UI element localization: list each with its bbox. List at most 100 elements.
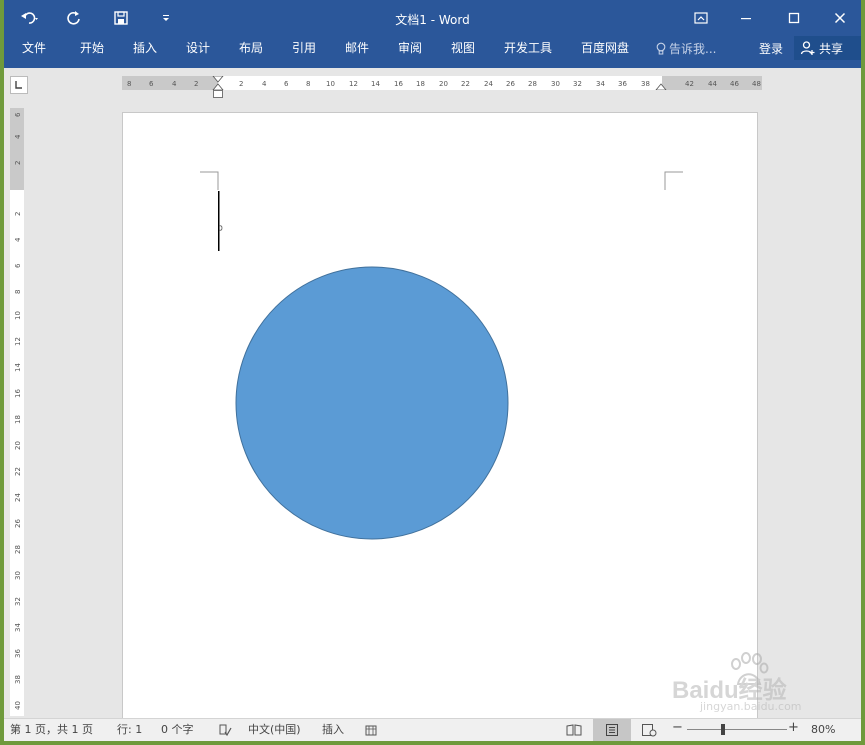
page-count-status[interactable]: 第 1 页，共 1 页 — [10, 723, 93, 737]
vruler-tick: 36 — [14, 649, 22, 658]
vertical-scrollbar[interactable] — [852, 68, 861, 718]
lightbulb-icon — [656, 42, 666, 54]
hruler-left-margin — [122, 76, 218, 90]
hruler-tick: 48 — [752, 80, 761, 88]
vruler-tick: 8 — [14, 290, 22, 294]
hruler-tick: 46 — [730, 80, 739, 88]
hruler-tick: 18 — [416, 80, 425, 88]
maximize-button[interactable] — [776, 6, 812, 30]
word-window: 文档1 - Word 文件 开始 插入 设计 布局 引用 邮件 审阅 视图 开发… — [4, 0, 861, 741]
web-layout-icon[interactable] — [641, 723, 657, 737]
print-layout-view-button[interactable] — [593, 719, 631, 741]
hruler-tick: 22 — [461, 80, 470, 88]
tab-home[interactable]: 开始 — [78, 40, 106, 56]
hruler-tick: 44 — [708, 80, 717, 88]
watermark-url: jingyan.baidu.com — [700, 700, 802, 713]
share-person-icon — [800, 41, 815, 55]
tab-baidu-netdisk[interactable]: 百度网盘 — [579, 40, 631, 56]
hruler-tick: 20 — [439, 80, 448, 88]
vruler-tick: 32 — [14, 597, 22, 606]
share-button[interactable]: 共享 — [794, 36, 861, 60]
tell-me-search[interactable]: 告诉我... — [656, 40, 716, 57]
vruler-tick: 24 — [14, 493, 22, 502]
vruler-tick: 6 — [14, 263, 22, 268]
vertical-ruler[interactable]: 6 4 2 2 4 6 8 10 12 14 16 18 20 22 24 26… — [10, 108, 24, 716]
page-canvas — [200, 171, 683, 540]
hruler-tick: 38 — [641, 80, 650, 88]
margin-corner-top-left — [200, 171, 219, 190]
hruler-tick: 4 — [262, 80, 267, 88]
tab-design[interactable]: 设计 — [184, 40, 212, 56]
horizontal-ruler[interactable]: 8 6 4 2 2 4 6 8 10 12 14 16 18 20 22 24 … — [122, 76, 762, 90]
left-tab-icon — [15, 81, 22, 89]
close-icon — [834, 12, 846, 24]
circle-shape[interactable] — [235, 266, 509, 540]
vruler-tick: 28 — [14, 545, 22, 554]
vruler-tick: 2 — [14, 212, 22, 216]
language-status[interactable]: 中文(中国) — [248, 723, 301, 737]
vruler-tick: 14 — [14, 363, 22, 372]
close-button[interactable] — [822, 6, 858, 30]
hruler-tick: 16 — [394, 80, 403, 88]
vruler-tick: 40 — [14, 701, 22, 710]
hruler-tick: 28 — [528, 80, 537, 88]
vruler-top-margin — [10, 108, 24, 190]
tab-mailings[interactable]: 邮件 — [343, 40, 371, 56]
tab-file[interactable]: 文件 — [20, 40, 48, 56]
read-mode-icon[interactable] — [566, 723, 582, 737]
insert-mode-status[interactable]: 插入 — [322, 723, 344, 737]
sign-in-link[interactable]: 登录 — [759, 40, 783, 57]
tab-insert[interactable]: 插入 — [131, 40, 159, 56]
hruler-tick: 30 — [551, 80, 560, 88]
vruler-tick: 22 — [14, 467, 22, 476]
hruler-tick: 6 — [284, 80, 289, 88]
vruler-tick: 26 — [14, 519, 22, 528]
ribbon-display-icon — [694, 12, 708, 24]
vruler-tick: 12 — [14, 337, 22, 346]
hruler-tick: 2 — [239, 80, 243, 88]
tab-view[interactable]: 视图 — [449, 40, 477, 56]
line-status[interactable]: 行: 1 — [117, 723, 142, 737]
hruler-tick: 26 — [506, 80, 515, 88]
minimize-icon — [741, 18, 751, 20]
watermark: Baidu经验 jingyan.baidu.com — [672, 650, 822, 716]
zoom-slider[interactable] — [687, 729, 787, 730]
zoom-in-button[interactable]: + — [788, 721, 799, 735]
title-bar: 文档1 - Word — [4, 0, 861, 36]
tab-review[interactable]: 审阅 — [396, 40, 424, 56]
hruler-tick: 34 — [596, 80, 605, 88]
hruler-tick: 6 — [149, 80, 154, 88]
ribbon-tab-bar: 文件 开始 插入 设计 布局 引用 邮件 审阅 视图 开发工具 百度网盘 告诉我… — [4, 36, 861, 68]
status-bar: 第 1 页，共 1 页 行: 1 0 个字 中文(中国) 插入 − + 80% — [4, 718, 861, 741]
left-indent-marker[interactable] — [213, 90, 223, 98]
hruler-tick: 12 — [349, 80, 358, 88]
document-page[interactable] — [122, 112, 758, 718]
tab-stop-selector[interactable] — [10, 76, 28, 94]
zoom-level[interactable]: 80% — [811, 723, 835, 737]
proofing-icon[interactable] — [218, 723, 232, 737]
tab-developer[interactable]: 开发工具 — [502, 40, 554, 56]
hruler-tick: 24 — [484, 80, 493, 88]
tab-layout[interactable]: 布局 — [237, 40, 265, 56]
vruler-tick: 34 — [14, 623, 22, 632]
zoom-slider-thumb[interactable] — [721, 724, 725, 735]
hruler-tick: 42 — [685, 80, 694, 88]
hruler-tick: 10 — [326, 80, 335, 88]
hruler-tick: 8 — [306, 80, 310, 88]
vruler-tick: 16 — [14, 389, 22, 398]
vruler-tick: 10 — [14, 311, 22, 320]
vruler-tick: 2 — [14, 161, 22, 165]
print-layout-icon — [606, 724, 618, 736]
share-label: 共享 — [819, 41, 844, 56]
vruler-tick: 4 — [14, 237, 22, 242]
tab-references[interactable]: 引用 — [290, 40, 318, 56]
macro-record-icon[interactable] — [364, 723, 378, 737]
ribbon-display-options-button[interactable] — [683, 6, 719, 30]
hruler-tick: 14 — [371, 80, 380, 88]
minimize-button[interactable] — [728, 6, 764, 30]
maximize-icon — [788, 12, 800, 24]
word-count-status[interactable]: 0 个字 — [161, 723, 194, 737]
hruler-tick: 8 — [127, 80, 131, 88]
vruler-tick: 6 — [14, 112, 22, 117]
zoom-out-button[interactable]: − — [672, 721, 683, 735]
